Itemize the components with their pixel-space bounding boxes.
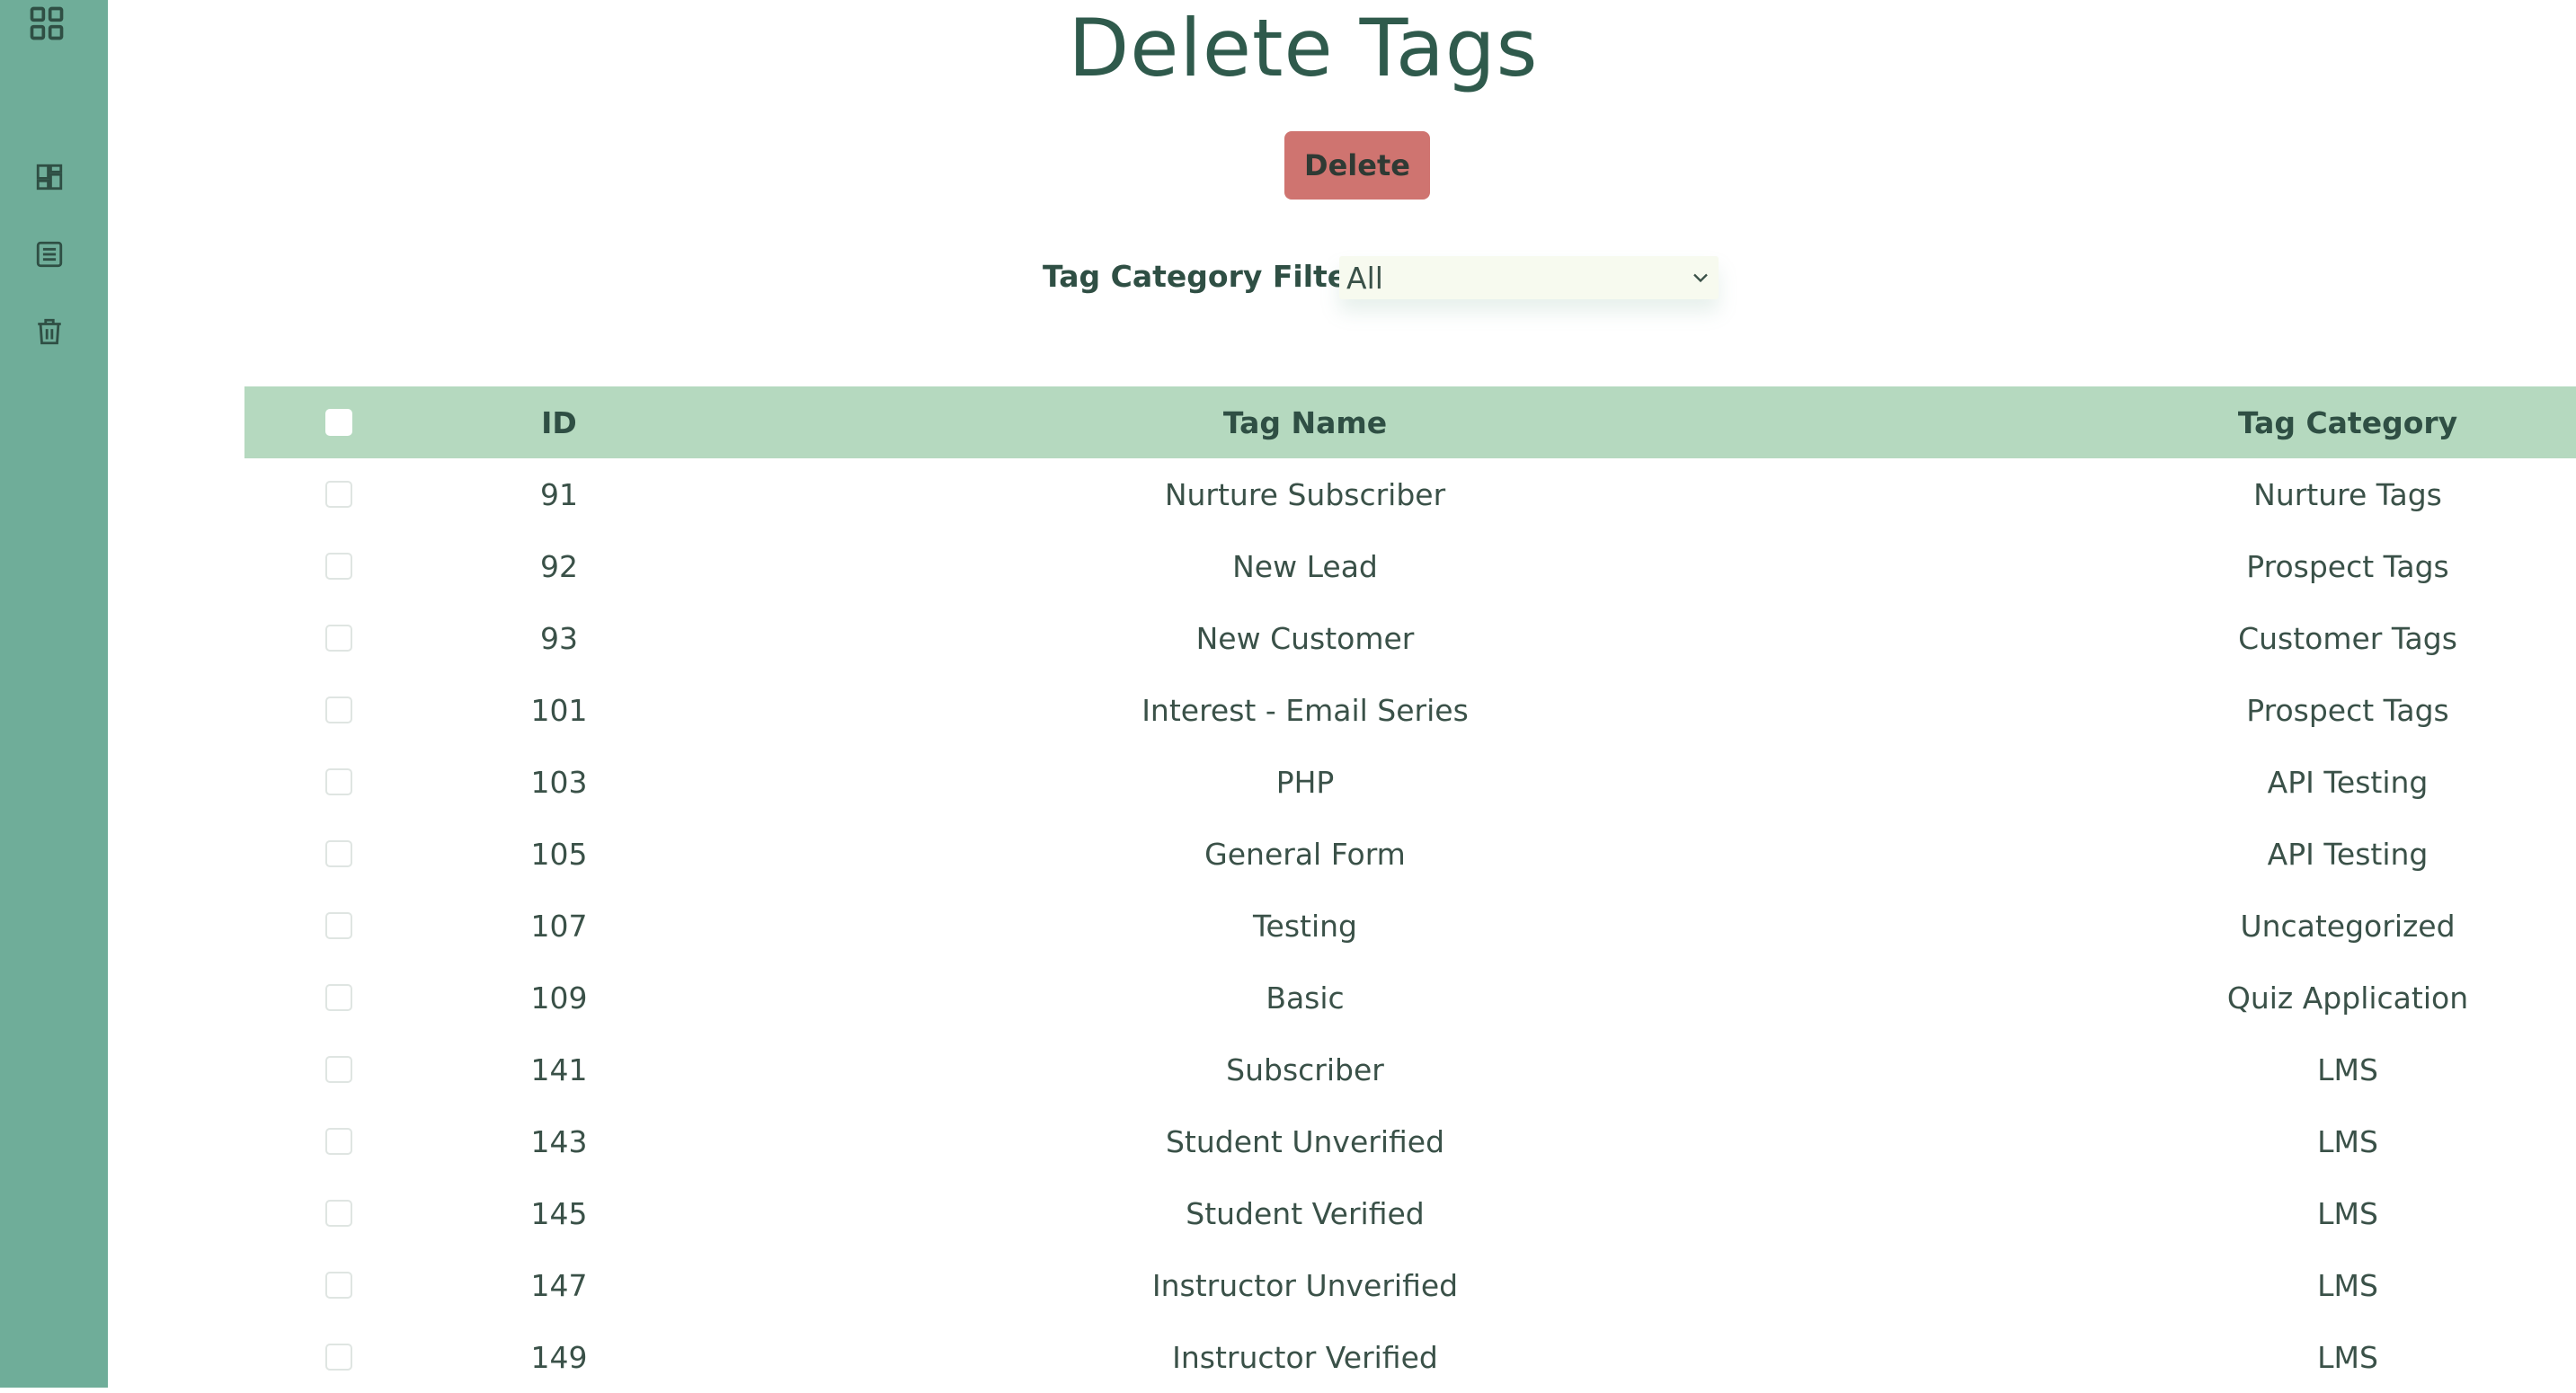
tag-id: 92 xyxy=(540,548,578,584)
tag-name: Student Verified xyxy=(1186,1195,1425,1231)
row-checkbox[interactable] xyxy=(325,553,352,580)
tag-id: 91 xyxy=(540,476,578,512)
row-select-cell xyxy=(298,1034,379,1105)
row-select-cell xyxy=(298,1177,379,1249)
tag-id: 109 xyxy=(530,980,588,1016)
row-checkbox[interactable] xyxy=(325,1344,352,1371)
tag-name: Nurture Subscriber xyxy=(1164,476,1446,512)
table-row: 145 Student Verified LMS xyxy=(244,1177,2576,1249)
main-content: Delete Tags Delete Tag Category Filter A… xyxy=(108,0,2576,1388)
tag-id: 93 xyxy=(540,620,578,656)
filter-selected-value: All xyxy=(1346,260,1383,296)
tag-category: Quiz Application xyxy=(2226,980,2469,1016)
tag-name: Instructor Verified xyxy=(1172,1339,1438,1375)
tag-id: 147 xyxy=(530,1267,588,1303)
dashboard-icon[interactable] xyxy=(34,162,65,192)
tag-name: Testing xyxy=(1252,908,1357,944)
table-body: 91 Nurture Subscriber Nurture Tags 92 New Le… xyxy=(244,458,2576,1393)
tag-name: Interest - Email Series xyxy=(1141,692,1469,728)
row-checkbox[interactable] xyxy=(325,481,352,508)
tag-id: 101 xyxy=(530,692,588,728)
row-checkbox[interactable] xyxy=(325,696,352,723)
tag-category-filter-label: Tag Category Filter xyxy=(1043,259,1363,294)
header-tag-name: Tag Name xyxy=(1222,404,1388,440)
row-checkbox[interactable] xyxy=(325,1200,352,1227)
tag-name: General Form xyxy=(1204,836,1406,872)
table-header-row: ID Tag Name Tag Category xyxy=(244,386,2576,458)
table-row: 149 Instructor Verified LMS xyxy=(244,1321,2576,1393)
row-select-cell xyxy=(298,818,379,890)
tag-category: LMS xyxy=(2317,1051,2378,1087)
tag-category: Prospect Tags xyxy=(2246,548,2449,584)
tag-id: 103 xyxy=(530,764,588,800)
header-id: ID xyxy=(541,404,577,440)
tag-id: 145 xyxy=(530,1195,588,1231)
row-checkbox[interactable] xyxy=(325,912,352,939)
row-checkbox[interactable] xyxy=(325,768,352,795)
tag-category: Nurture Tags xyxy=(2253,476,2442,512)
table-row: 147 Instructor Unverified LMS xyxy=(244,1249,2576,1321)
tag-name: Student Unverified xyxy=(1165,1123,1445,1159)
row-checkbox[interactable] xyxy=(325,840,352,867)
tag-name: New Customer xyxy=(1195,620,1415,656)
table-row: 91 Nurture Subscriber Nurture Tags xyxy=(244,458,2576,530)
tag-category: LMS xyxy=(2317,1267,2378,1303)
row-select-cell xyxy=(298,602,379,674)
tag-id: 105 xyxy=(530,836,588,872)
select-all-checkbox[interactable] xyxy=(325,409,352,436)
row-select-cell xyxy=(298,1105,379,1177)
row-select-cell xyxy=(298,674,379,746)
tag-category: LMS xyxy=(2317,1339,2378,1375)
row-checkbox[interactable] xyxy=(325,1272,352,1299)
tag-id: 141 xyxy=(530,1051,588,1087)
tag-id: 107 xyxy=(530,908,588,944)
table-row: 105 General Form API Testing xyxy=(244,818,2576,890)
row-checkbox[interactable] xyxy=(325,984,352,1011)
row-select-cell xyxy=(298,962,379,1034)
delete-button[interactable]: Delete xyxy=(1284,131,1430,200)
tag-id: 149 xyxy=(530,1339,588,1375)
tag-category: LMS xyxy=(2317,1195,2378,1231)
page-title: Delete Tags xyxy=(1068,2,1539,94)
tag-name: PHP xyxy=(1275,764,1335,800)
tag-category: LMS xyxy=(2317,1123,2378,1159)
trash-icon[interactable] xyxy=(34,316,65,347)
tag-category-filter-select[interactable]: All xyxy=(1339,256,1719,299)
table-row: 93 New Customer Customer Tags xyxy=(244,602,2576,674)
tags-table: ID Tag Name Tag Category 91 Nurture Subsc… xyxy=(244,386,2576,1393)
row-select-cell xyxy=(298,458,379,530)
tag-name: New Lead xyxy=(1232,548,1378,584)
tag-id: 143 xyxy=(530,1123,588,1159)
sidebar xyxy=(0,0,108,1388)
tag-category: API Testing xyxy=(2267,764,2429,800)
table-row: 101 Interest - Email Series Prospect Tags xyxy=(244,674,2576,746)
row-checkbox[interactable] xyxy=(325,1056,352,1083)
row-select-cell xyxy=(298,1321,379,1393)
tag-category: Uncategorized xyxy=(2240,908,2456,944)
table-row: 141 Subscriber LMS xyxy=(244,1034,2576,1105)
list-icon[interactable] xyxy=(34,239,65,270)
table-row: 92 New Lead Prospect Tags xyxy=(244,530,2576,602)
table-row: 143 Student Unverified LMS xyxy=(244,1105,2576,1177)
header-tag-category: Tag Category xyxy=(2237,404,2458,440)
row-checkbox[interactable] xyxy=(325,625,352,652)
tag-name: Basic xyxy=(1266,980,1345,1016)
row-checkbox[interactable] xyxy=(325,1128,352,1155)
row-select-cell xyxy=(298,746,379,818)
table-row: 107 Testing Uncategorized xyxy=(244,890,2576,962)
select-all-cell xyxy=(298,386,379,458)
table-row: 103 PHP API Testing xyxy=(244,746,2576,818)
tag-category: Prospect Tags xyxy=(2246,692,2449,728)
row-select-cell xyxy=(298,530,379,602)
tag-name: Instructor Unverified xyxy=(1151,1267,1459,1303)
tag-name: Subscriber xyxy=(1226,1051,1384,1087)
row-select-cell xyxy=(298,1249,379,1321)
tag-category: API Testing xyxy=(2267,836,2429,872)
chevron-down-icon xyxy=(1693,273,1708,283)
tag-category: Customer Tags xyxy=(2238,620,2457,656)
row-select-cell xyxy=(298,890,379,962)
table-row: 109 Basic Quiz Application xyxy=(244,962,2576,1034)
